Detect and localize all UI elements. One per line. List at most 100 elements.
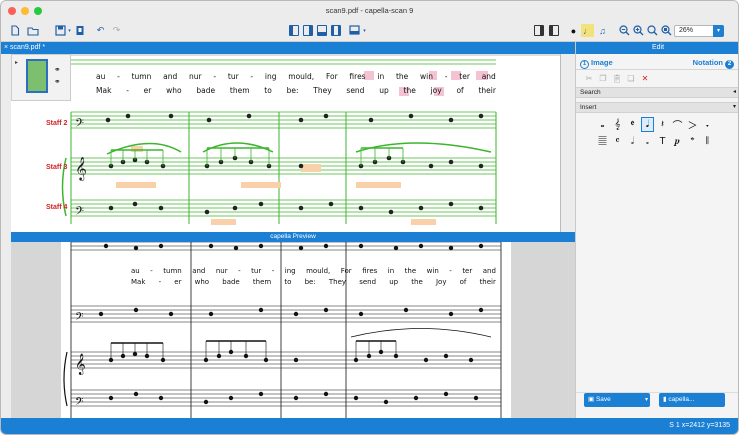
quarter-note-icon[interactable]: 𝅘𝅥 [641, 117, 654, 132]
panel-left-icon[interactable] [532, 24, 545, 37]
tab-scan9[interactable]: × scan9.pdf * [4, 43, 45, 53]
document-tab-strip: × scan9.pdf * [1, 42, 575, 54]
view-layout-4-icon[interactable] [329, 24, 342, 37]
lyric: the [411, 278, 423, 286]
cut-icon[interactable]: ✂ [584, 74, 594, 84]
lyric: - [117, 72, 120, 81]
lyric: in [387, 267, 395, 275]
treble-clef-icon[interactable]: 𝄞 [611, 117, 624, 132]
zoom-fit-icon[interactable] [646, 24, 659, 37]
lyric: fires [349, 72, 366, 81]
zoom-width-icon[interactable] [660, 24, 673, 37]
lyric: fires [362, 267, 378, 275]
status-coordinates: S 1 x=2412 y=3135 [669, 422, 730, 429]
lyric: ter [462, 267, 473, 275]
lyric: They [328, 278, 347, 286]
link-icon[interactable]: ⚭ [54, 65, 61, 74]
lyric: who [194, 278, 210, 286]
lyric: For [340, 267, 352, 275]
whole-note-icon[interactable]: 𝅝 [596, 117, 609, 132]
lyric: ter [459, 72, 470, 81]
zoom-dropdown-chevron-icon[interactable]: ▾ [713, 25, 724, 37]
lyric: be: [304, 278, 316, 286]
tab-image-label: Image [591, 58, 613, 67]
staff-label-2: Staff 2 [46, 120, 68, 127]
lyric: and [482, 267, 496, 275]
lyric: them [252, 278, 272, 286]
page-thumbnail[interactable] [26, 59, 48, 93]
view-layout-2-icon[interactable] [301, 24, 314, 37]
barline-icon[interactable]: 𝄃 [701, 134, 714, 149]
new-file-icon[interactable] [8, 24, 21, 37]
thumbnail-expand-icon[interactable]: ▸ [15, 59, 18, 66]
search-section-header[interactable]: Search ◂ [576, 87, 738, 98]
staff-lines-icon[interactable]: 𝄚 [596, 134, 609, 149]
open-in-capella-button[interactable]: ▮ capella... [659, 393, 725, 407]
lyric: Joy [435, 278, 447, 286]
lyric: er [174, 278, 182, 286]
preview-left-gutter [11, 242, 61, 418]
redo-icon[interactable]: ↷ [110, 24, 123, 37]
copy-icon[interactable]: ❐ [598, 74, 608, 84]
lyric: bade [222, 278, 240, 286]
zoom-value: 26% [679, 27, 694, 34]
slur-icon[interactable]: ⌒ [671, 117, 684, 132]
common-time-icon[interactable]: 𝄴 [611, 134, 624, 149]
lyric: win [420, 72, 434, 81]
insert-section-header[interactable]: Insert ▾ [576, 102, 738, 113]
dynamics-icon[interactable]: 𝅏 [701, 117, 714, 132]
open-file-icon[interactable] [26, 24, 39, 37]
half-note-icon[interactable]: 𝅗𝅥 [626, 134, 639, 149]
lyric: mould, [306, 267, 331, 275]
staff-label-4: Staff 4 [46, 204, 68, 211]
view-layout-1-icon[interactable] [287, 24, 300, 37]
accent-icon[interactable]: ＞ [686, 117, 699, 132]
view-layout-3-icon[interactable] [315, 24, 328, 37]
tab-notation-label: Notation [692, 58, 723, 67]
capella-preview[interactable]: 𝄞 𝄢 𝄢 au - tumn and nur - tur - ing moul… [61, 242, 511, 418]
zoom-in-icon[interactable] [632, 24, 645, 37]
quarter-note-tool-icon[interactable]: ♩ [581, 24, 594, 37]
panel-right-icon[interactable] [547, 24, 560, 37]
note-dot-icon[interactable]: ● [567, 24, 580, 37]
save-dropdown-chevron-icon[interactable]: ▾ [645, 393, 648, 407]
delete-icon[interactable]: ✕ [640, 74, 650, 84]
edit-panel-footer: ▣ Save ▾ ▮ capella... [576, 392, 738, 418]
notation-tool-icon[interactable]: ♫ [596, 24, 609, 37]
capella-label: capella... [668, 396, 695, 403]
export-icon[interactable] [73, 24, 86, 37]
lyric: For [325, 72, 338, 81]
save-button[interactable]: ▣ Save ▾ [584, 393, 650, 407]
lyric: the [404, 267, 417, 275]
segno-icon[interactable]: 𝄌 [686, 134, 699, 149]
preview-lyrics-verse1: au - tumn and nur - tur - ing mould, For… [131, 267, 496, 275]
svg-text:𝄞: 𝄞 [75, 354, 86, 375]
lyric: of [456, 86, 464, 95]
tab-close-icon[interactable]: × [4, 44, 8, 51]
staff-label-3: Staff 3 [46, 164, 68, 171]
scan-image-view[interactable]: 𝄞 𝄢 𝄢 au - tumn and nur - tur - ing moul… [11, 54, 561, 232]
lyric: - [449, 267, 452, 275]
edit-actions: ✂ ❐ 📋︎ ❏ ✕ [576, 70, 738, 87]
lyric: of [459, 278, 467, 286]
lyric: - [158, 278, 162, 286]
zoom-out-icon[interactable] [618, 24, 631, 37]
rest-icon[interactable]: 𝄽 [656, 117, 669, 132]
link-alt-icon[interactable]: ⚭ [54, 77, 61, 86]
undo-icon[interactable]: ↶ [94, 24, 107, 37]
forte-icon[interactable]: 𝆏 [671, 134, 684, 149]
whole-note-alt-icon[interactable]: 𝅗 [641, 134, 654, 149]
search-section-label: Search [580, 89, 601, 96]
lyric: who [166, 86, 182, 95]
tab-notation[interactable]: Notation 2 [693, 58, 734, 69]
paste-icon[interactable]: 📋︎ [612, 74, 622, 84]
lyric: au [131, 267, 140, 275]
tab-image[interactable]: 1 Image [580, 58, 613, 69]
duplicate-icon[interactable]: ❏ [626, 74, 636, 84]
time-signature-icon[interactable]: 𝄵 [626, 117, 639, 132]
text-icon[interactable]: T [656, 134, 669, 149]
display-mode-chevron-icon[interactable]: ▾ [358, 24, 371, 37]
zoom-select[interactable]: 26% ▾ [674, 25, 724, 37]
lyric: tur [227, 72, 239, 81]
lyric: up [389, 278, 399, 286]
